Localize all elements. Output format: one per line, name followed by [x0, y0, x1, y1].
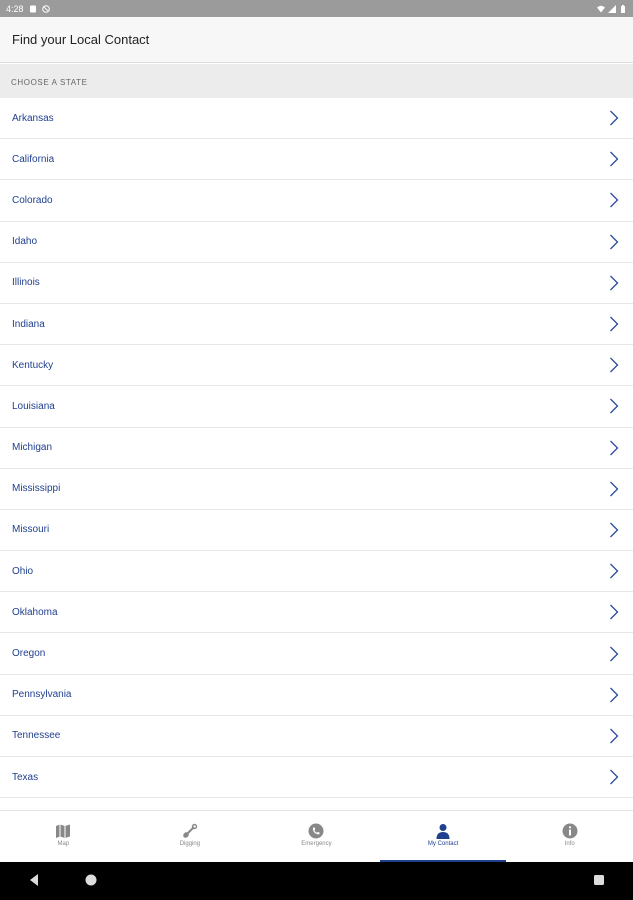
bottom-nav: Map Digging Emergency My Contact Info — [0, 810, 633, 862]
chevron-right-icon — [610, 604, 619, 620]
state-list-item[interactable]: Pennsylvania — [0, 675, 633, 716]
tab-emergency[interactable]: Emergency — [253, 811, 380, 862]
state-label: Colorado — [12, 194, 53, 206]
state-list-item[interactable]: Texas — [0, 757, 633, 799]
recents-icon[interactable] — [593, 873, 605, 887]
info-icon — [562, 823, 578, 839]
tab-emergency-label: Emergency — [301, 841, 332, 847]
battery-icon — [621, 4, 625, 13]
state-label: Louisiana — [12, 400, 55, 412]
person-icon — [436, 824, 450, 839]
state-list-item[interactable]: Arkansas — [0, 98, 633, 140]
chevron-right-icon — [610, 440, 619, 456]
state-list-item[interactable]: Mississippi — [0, 469, 633, 510]
state-label: Tennessee — [12, 730, 61, 742]
tab-map[interactable]: Map — [0, 811, 127, 862]
tab-my-contact[interactable]: My Contact — [379, 811, 507, 862]
state-list-item[interactable]: Oklahoma — [0, 592, 633, 634]
chevron-right-icon — [610, 481, 619, 497]
back-icon[interactable] — [28, 873, 40, 887]
state-list-item[interactable]: Ohio — [0, 551, 633, 593]
state-label: Oregon — [12, 648, 46, 660]
phone-icon — [308, 823, 324, 839]
no-disturb-icon — [41, 4, 50, 13]
state-label: Oklahoma — [12, 606, 58, 618]
chevron-right-icon — [610, 357, 619, 373]
android-nav-bar — [0, 862, 633, 900]
state-list-item[interactable]: Tennessee — [0, 716, 633, 757]
state-list-item[interactable]: Oregon — [0, 633, 633, 675]
chevron-right-icon — [610, 687, 619, 703]
state-list-item[interactable]: Colorado — [0, 180, 633, 222]
tab-map-label: Map — [57, 841, 70, 847]
shovel-icon — [183, 823, 198, 838]
chevron-right-icon — [610, 110, 619, 126]
state-label: Mississippi — [12, 483, 61, 495]
chevron-right-icon — [610, 728, 619, 744]
chevron-right-icon — [610, 234, 619, 250]
chevron-right-icon — [610, 151, 619, 167]
state-label: Missouri — [12, 524, 50, 536]
tab-info-label: Info — [564, 841, 575, 847]
state-list-item[interactable]: Michigan — [0, 428, 633, 469]
page-title: Find your Local Contact — [12, 32, 150, 47]
state-label: Illinois — [12, 277, 40, 289]
sim-card-icon — [29, 5, 36, 12]
status-bar: 4:28 — [0, 0, 633, 17]
tab-info[interactable]: Info — [506, 811, 633, 862]
app-bar: Find your Local Contact — [0, 17, 633, 63]
tab-digging[interactable]: Digging — [127, 811, 254, 862]
state-label: Ohio — [12, 565, 34, 577]
state-label: Indiana — [12, 318, 45, 330]
state-label: Arkansas — [12, 112, 54, 124]
state-list-item[interactable]: Illinois — [0, 263, 633, 304]
section-header: Choose a state — [0, 64, 633, 98]
state-label: Michigan — [12, 442, 53, 454]
state-list-item[interactable]: Kentucky — [0, 345, 633, 387]
status-time: 4:28 — [6, 3, 24, 14]
chevron-right-icon — [610, 316, 619, 332]
state-label: Kentucky — [12, 359, 54, 371]
state-list-item[interactable]: California — [0, 139, 633, 181]
chevron-right-icon — [610, 398, 619, 414]
state-list-item[interactable]: Missouri — [0, 510, 633, 552]
chevron-right-icon — [610, 522, 619, 538]
state-list-item[interactable]: Indiana — [0, 304, 633, 346]
chevron-right-icon — [610, 646, 619, 661]
state-label: Idaho — [12, 236, 38, 248]
state-label: California — [12, 153, 55, 165]
home-icon[interactable] — [84, 873, 98, 887]
signal-icon — [608, 4, 616, 13]
chevron-right-icon — [610, 563, 619, 579]
wifi-icon — [597, 5, 605, 12]
tab-digging-label: Digging — [179, 841, 201, 847]
tab-my-contact-label: My Contact — [427, 841, 459, 847]
chevron-right-icon — [610, 193, 619, 208]
chevron-right-icon — [610, 769, 619, 785]
state-list-item[interactable]: Idaho — [0, 222, 633, 263]
map-icon — [56, 824, 71, 838]
chevron-right-icon — [610, 275, 619, 291]
state-list: Arkansas California Colorado Idaho Illinois I… — [0, 98, 633, 810]
state-label: Texas — [12, 771, 39, 783]
state-list-item[interactable]: Louisiana — [0, 386, 633, 428]
state-label: Pennsylvania — [12, 689, 72, 701]
